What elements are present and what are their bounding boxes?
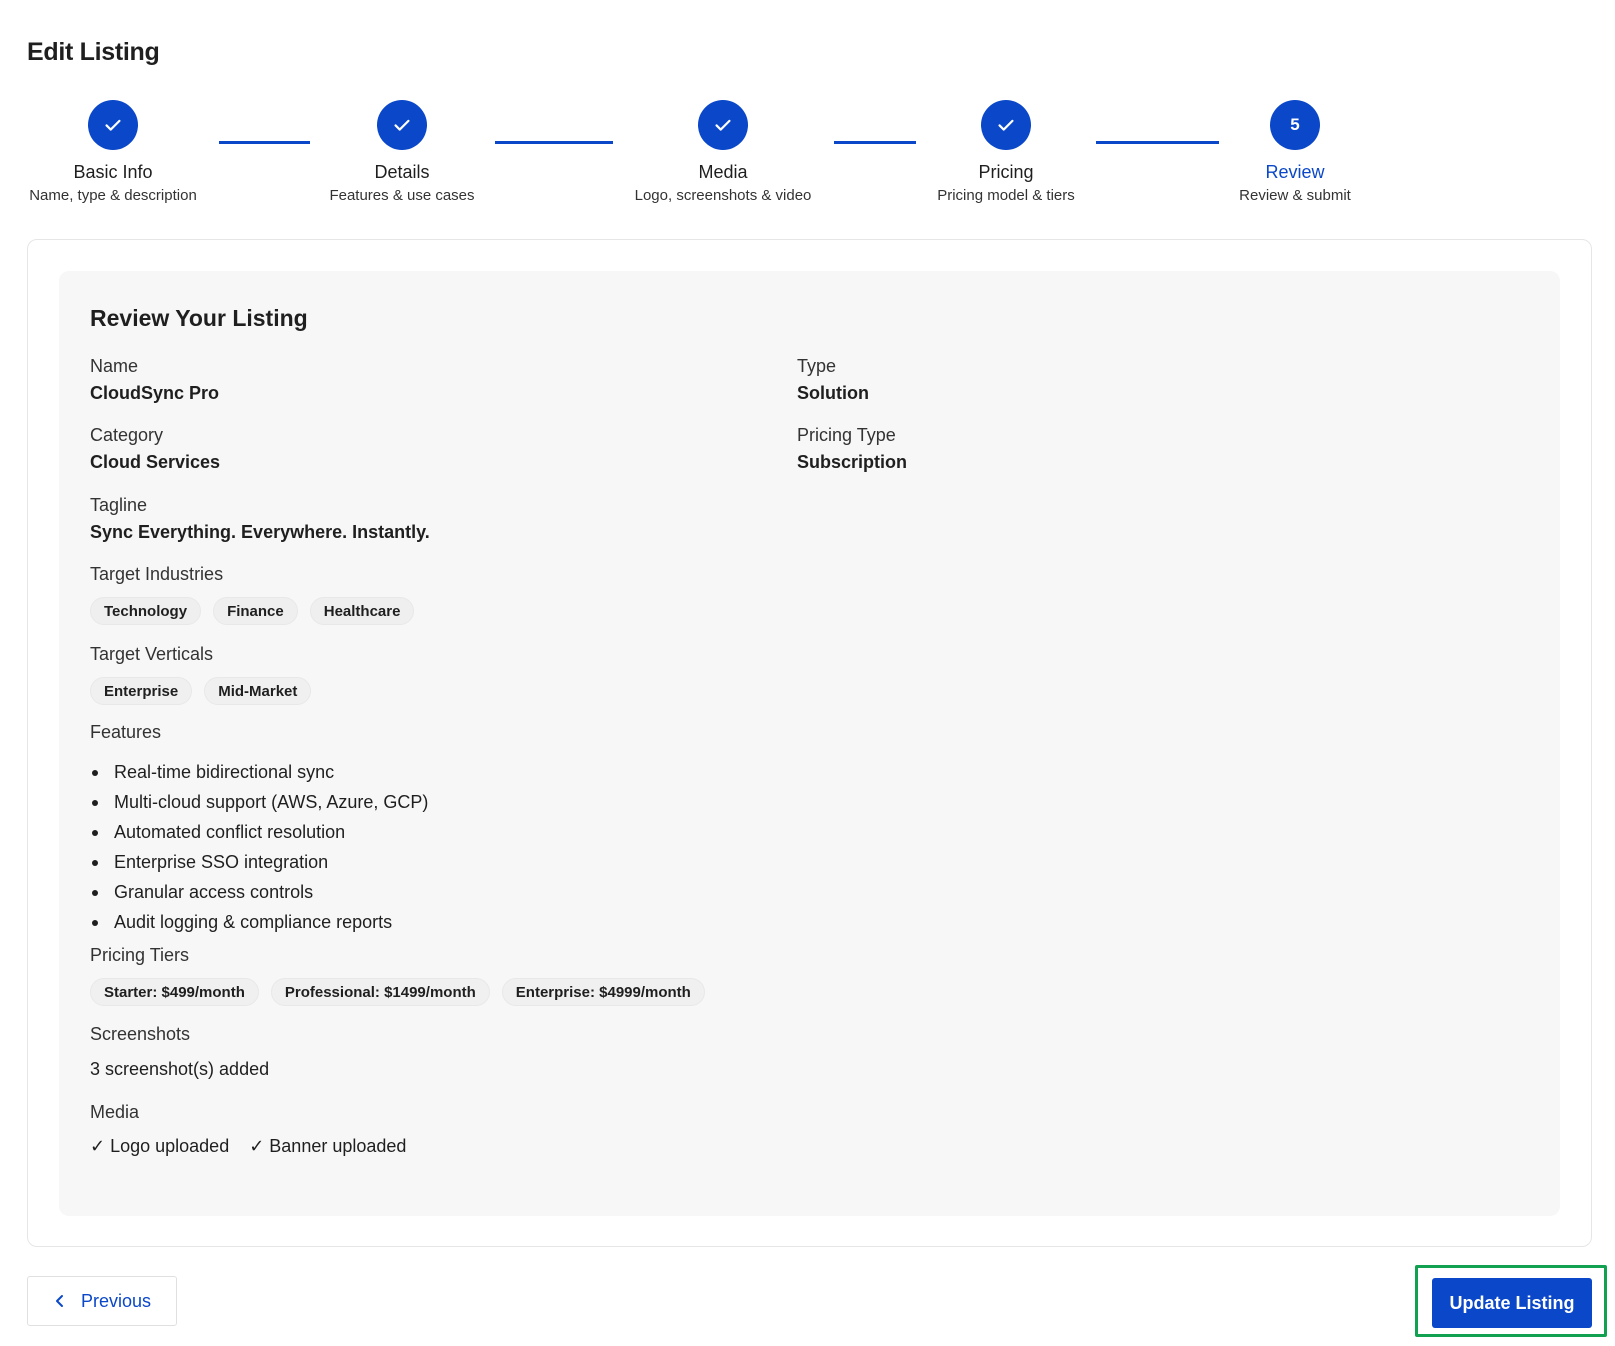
screenshots-count: 3 screenshot(s) added [90, 1059, 270, 1079]
field-value: Cloud Services [90, 452, 221, 472]
step-description: Features & use cases [329, 187, 475, 204]
review-card: Review Your Listing Name CloudSync Pro T… [27, 239, 1592, 1247]
chip-group: Starter: $499/month Professional: $1499/… [90, 978, 705, 1006]
chevron-left-icon [55, 1295, 63, 1307]
field-pricing-type: Pricing Type Subscription [797, 425, 907, 473]
step-details[interactable]: Details Features & use cases [272, 100, 532, 204]
vertical-chip: Mid-Market [204, 677, 312, 705]
banner-status: ✓ Banner uploaded [249, 1136, 407, 1156]
step-label: Basic Info [73, 162, 153, 182]
pricing-tier-chip: Professional: $1499/month [270, 978, 490, 1006]
step-description: Logo, screenshots & video [634, 187, 812, 204]
pricing-tier-chip: Starter: $499/month [90, 978, 259, 1006]
field-tagline: Tagline Sync Everything. Everywhere. Ins… [90, 495, 430, 543]
step-basic-info[interactable]: Basic Info Name, type & description [0, 100, 243, 204]
check-icon [394, 119, 410, 131]
step-label: Details [374, 162, 430, 182]
field-target-industries: Target Industries Technology Finance Hea… [90, 564, 415, 625]
step-number: 5 [1270, 100, 1320, 150]
step-label: Review [1265, 162, 1325, 182]
chip-group: Enterprise Mid-Market [90, 677, 312, 705]
field-screenshots: Screenshots 3 screenshot(s) added [90, 1024, 269, 1080]
update-listing-button[interactable]: Update Listing [1432, 1278, 1592, 1328]
step-circle [981, 100, 1031, 150]
logo-status: ✓ Logo uploaded [90, 1136, 230, 1156]
field-label: Pricing Type [797, 425, 896, 445]
check-icon [715, 119, 731, 131]
chip-group: Technology Finance Healthcare [90, 597, 415, 625]
features-list: Real-time bidirectional sync Multi-cloud… [90, 757, 428, 937]
field-label: Category [90, 425, 164, 445]
check-icon [105, 119, 121, 131]
update-button-highlight: Update Listing [1415, 1265, 1607, 1337]
previous-label: Previous [80, 1290, 152, 1311]
review-panel: Review Your Listing Name CloudSync Pro T… [59, 271, 1560, 1216]
step-pricing[interactable]: Pricing Pricing model & tiers [876, 100, 1136, 204]
industry-chip: Technology [90, 597, 202, 625]
field-label: Screenshots [90, 1024, 191, 1044]
field-name: Name CloudSync Pro [90, 356, 219, 404]
review-title: Review Your Listing [90, 305, 308, 331]
step-circle [698, 100, 748, 150]
list-item: Multi-cloud support (AWS, Azure, GCP) [90, 787, 428, 817]
update-label: Update Listing [1449, 1292, 1575, 1313]
field-label: Name [90, 356, 139, 376]
field-type: Type Solution [797, 356, 869, 404]
list-item: Audit logging & compliance reports [90, 907, 428, 937]
field-label: Tagline [90, 495, 148, 515]
list-item: Automated conflict resolution [90, 817, 428, 847]
vertical-chip: Enterprise [90, 677, 193, 705]
stepper: Basic Info Name, type & description Deta… [0, 100, 1615, 210]
step-description: Pricing model & tiers [937, 187, 1075, 204]
step-media[interactable]: Media Logo, screenshots & video [593, 100, 853, 204]
field-label: Type [797, 356, 837, 376]
pricing-tier-chip: Enterprise: $4999/month [501, 978, 705, 1006]
step-label: Media [698, 162, 748, 182]
industry-chip: Finance [213, 597, 298, 625]
field-value: CloudSync Pro [90, 383, 220, 403]
media-status: ✓ Logo uploaded ✓ Banner uploaded [90, 1136, 406, 1157]
field-category: Category Cloud Services [90, 425, 220, 473]
field-value: Solution [797, 383, 869, 403]
field-value: Sync Everything. Everywhere. Instantly. [90, 522, 430, 542]
field-pricing-tiers: Pricing Tiers Starter: $499/month Profes… [90, 945, 705, 1006]
check-icon [998, 119, 1014, 131]
list-item: Real-time bidirectional sync [90, 757, 428, 787]
field-label: Target Verticals [90, 644, 214, 664]
field-label: Target Industries [90, 564, 224, 584]
field-value: Subscription [797, 452, 908, 472]
list-item: Granular access controls [90, 877, 428, 907]
field-label: Features [90, 722, 162, 742]
step-circle [88, 100, 138, 150]
field-label: Pricing Tiers [90, 945, 190, 965]
field-target-verticals: Target Verticals Enterprise Mid-Market [90, 644, 312, 705]
step-label: Pricing [978, 162, 1034, 182]
page-title: Edit Listing [27, 38, 160, 66]
field-features: Features Real-time bidirectional sync Mu… [90, 722, 428, 937]
previous-button[interactable]: Previous [27, 1276, 177, 1326]
field-media: Media ✓ Logo uploaded ✓ Banner uploaded [90, 1102, 406, 1157]
step-circle [377, 100, 427, 150]
industry-chip: Healthcare [309, 597, 415, 625]
step-description: Name, type & description [29, 187, 197, 204]
step-review[interactable]: 5 Review Review & submit [1165, 100, 1425, 204]
step-description: Review & submit [1239, 187, 1351, 204]
list-item: Enterprise SSO integration [90, 847, 428, 877]
field-label: Media [90, 1102, 140, 1122]
